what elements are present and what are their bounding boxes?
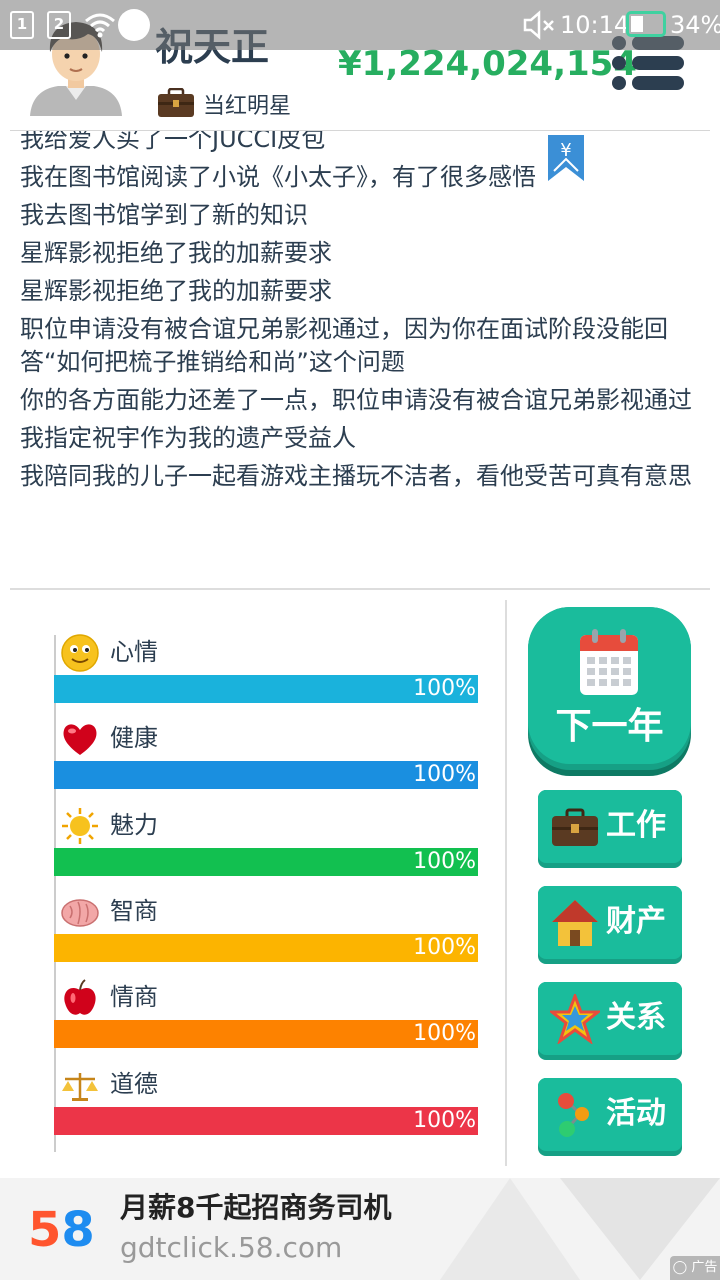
ad-title: 月薪8千起招商务司机 — [120, 1191, 392, 1224]
ad-badge: ◯ 广告 — [670, 1256, 720, 1280]
ad-banner[interactable]: 58 月薪8千起招商务司机 gdtclick.58.com ◯ 广告 — [0, 1178, 720, 1280]
heart-icon — [63, 724, 97, 756]
stat-label: 健康 — [110, 724, 158, 753]
ad-badge-label: 广告 — [691, 1260, 718, 1275]
sun-icon — [62, 807, 98, 844]
property-label: 财产 — [606, 904, 666, 939]
stat-row: 智商 100% — [54, 892, 478, 978]
property-button[interactable]: 财产 — [538, 886, 682, 964]
activities-icon — [558, 1093, 589, 1137]
menu-icon-row — [612, 76, 684, 90]
ad-logo: 58 — [28, 1202, 95, 1258]
log-line: 我指定祝宇作为我的遗产受益人 — [20, 424, 356, 452]
panel-divider — [505, 600, 507, 1166]
log-line: 你的各方面能力还差了一点，职位申请没有被合谊兄弟影视通过 — [20, 386, 692, 414]
battery-icon — [626, 11, 666, 37]
brain-icon — [61, 899, 99, 927]
mute-icon — [523, 10, 554, 40]
stat-value: 100% — [413, 1107, 476, 1133]
stat-value: 100% — [413, 848, 476, 874]
screen: 1 2 10:14 34% 祝天正 ¥1,224,024,154 — [0, 0, 720, 1280]
stat-bar: 100% — [54, 847, 478, 876]
battery-percent: 34% — [670, 11, 720, 39]
menu-icon-row — [612, 56, 684, 70]
ad-decoration — [440, 1178, 580, 1280]
stat-row: 魅力 100% — [54, 806, 478, 892]
log-divider — [10, 588, 710, 590]
work-button-face: 工作 — [538, 790, 682, 863]
stat-bar: 100% — [54, 933, 478, 962]
yen-bookmark-icon: ¥ — [548, 135, 584, 181]
stat-label: 道德 — [110, 1069, 158, 1098]
work-button[interactable]: 工作 — [538, 790, 682, 868]
log-line: 星辉影视拒绝了我的加薪要求 — [20, 239, 332, 267]
sim2-label: 2 — [53, 15, 65, 33]
log-line: 我给爱人买了一个JUCCI皮包 — [20, 131, 326, 153]
activities-button-face: 活动 — [538, 1078, 682, 1151]
next-year-face: 下一年 — [528, 607, 691, 764]
stat-value: 100% — [413, 762, 476, 788]
stat-bar: 100% — [54, 761, 478, 790]
money-balance: ¥1,224,024,154 — [338, 44, 637, 84]
calendar-icon — [580, 629, 638, 695]
stat-value: 100% — [413, 1021, 476, 1047]
stat-row: 情商 100% — [54, 978, 478, 1064]
stat-value: 100% — [413, 934, 476, 960]
log-line: 职位申请没有被合谊兄弟影视通过，因为你在面试阶段没能回答“如何把梳子推销给和尚”… — [20, 315, 668, 376]
stat-bar: 100% — [54, 675, 478, 703]
stat-row: 道德 100% — [54, 1065, 478, 1151]
stat-value: 100% — [413, 676, 476, 701]
job-title: 当红明星 — [203, 94, 292, 119]
yen-symbol: ¥ — [560, 140, 571, 161]
sim2-icon: 2 — [47, 11, 71, 39]
stat-bar: 100% — [54, 1106, 478, 1135]
stat-label: 情商 — [110, 983, 158, 1012]
relations-label: 关系 — [606, 1000, 666, 1035]
stat-label: 智商 — [110, 896, 158, 925]
battery-level — [631, 16, 643, 32]
star-icon — [550, 994, 600, 1044]
activities-button[interactable]: 活动 — [538, 1078, 682, 1156]
work-label: 工作 — [606, 808, 666, 843]
sim1-label: 1 — [16, 15, 28, 33]
status-bar: 1 2 10:14 34% — [0, 0, 720, 50]
stat-bar: 100% — [54, 1020, 478, 1049]
stat-row: 健康 100% — [54, 719, 478, 805]
event-log-list: 我给爱人买了一个JUCCI皮包我在图书馆阅读了小说《小太子》，有了很多感悟 我去图… — [20, 131, 700, 498]
log-line: 我陪同我的儿子一起看游戏主播玩不洁者，看他受苦可真有意思 — [20, 462, 692, 490]
briefcase-icon — [158, 88, 194, 117]
clock: 10:14 — [560, 11, 630, 39]
event-log[interactable]: 我给爱人买了一个JUCCI皮包我在图书馆阅读了小说《小太子》，有了很多感悟 我去图… — [0, 131, 720, 586]
stat-row: 心情 100% — [54, 633, 478, 719]
scales-icon — [62, 1072, 98, 1101]
money-flag-button[interactable]: ¥ — [548, 135, 584, 181]
activities-label: 活动 — [606, 1096, 666, 1131]
notification-dot-icon — [118, 9, 150, 41]
ad-url: gdtclick.58.com — [120, 1231, 343, 1264]
sim1-icon: 1 — [10, 11, 34, 39]
log-line: 星辉影视拒绝了我的加薪要求 — [20, 277, 332, 305]
property-button-face: 财产 — [538, 886, 682, 959]
relations-button[interactable]: 关系 — [538, 982, 682, 1060]
smiley-icon — [61, 634, 99, 672]
log-line: 我去图书馆学到了新的知识 — [20, 201, 308, 229]
briefcase-icon — [552, 808, 598, 846]
stat-label: 心情 — [110, 638, 158, 666]
house-icon — [552, 900, 598, 946]
next-year-label: 下一年 — [555, 706, 664, 747]
stat-label: 魅力 — [110, 810, 158, 839]
next-year-button[interactable]: 下一年 — [528, 607, 691, 770]
log-line: 我在图书馆阅读了小说《小太子》，有了很多感悟 — [20, 163, 536, 191]
apple-icon — [64, 979, 96, 1015]
relations-button-face: 关系 — [538, 982, 682, 1055]
wifi-icon — [85, 13, 115, 38]
